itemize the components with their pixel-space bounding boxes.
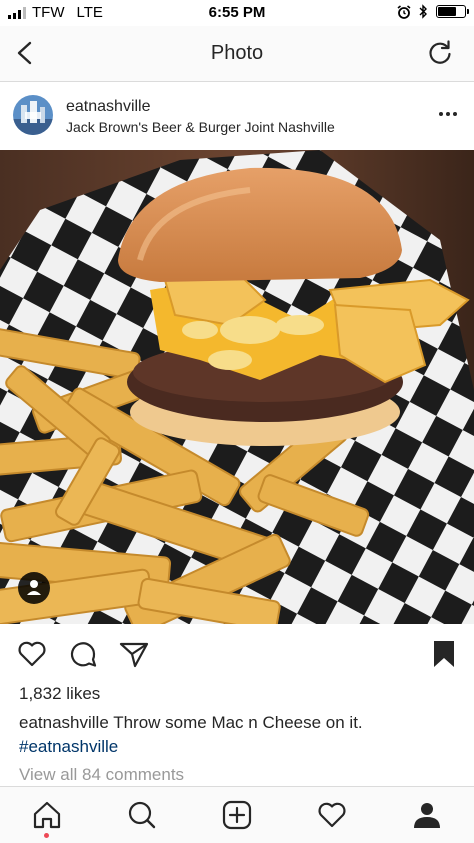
- status-right: [397, 4, 469, 19]
- bluetooth-icon: [419, 4, 427, 19]
- plus-square-icon[interactable]: [221, 799, 253, 831]
- like-heart-icon[interactable]: [16, 638, 48, 670]
- caption: eatnashville Throw some Mac n Cheese on …: [19, 713, 363, 733]
- caption-text: Throw some Mac n Cheese on it.: [108, 713, 363, 732]
- post-username[interactable]: eatnashville: [66, 98, 151, 116]
- search-icon[interactable]: [126, 799, 158, 831]
- heart-icon[interactable]: [316, 799, 348, 831]
- tagged-user-button[interactable]: [18, 572, 50, 604]
- action-row: [0, 634, 474, 674]
- alarm-icon: [397, 4, 411, 19]
- hashtag-link[interactable]: #eatnashville: [19, 737, 118, 757]
- bookmark-icon[interactable]: [428, 638, 460, 670]
- home-icon[interactable]: [31, 799, 63, 831]
- page-title: Photo: [210, 42, 264, 64]
- person-icon[interactable]: [411, 799, 443, 831]
- post-photo[interactable]: [0, 150, 474, 624]
- more-options-icon[interactable]: [436, 102, 460, 126]
- battery-icon: [436, 5, 469, 18]
- share-icon[interactable]: [118, 638, 150, 670]
- caption-username[interactable]: eatnashville: [19, 713, 109, 732]
- person-icon: [27, 580, 41, 595]
- post-location[interactable]: Jack Brown's Beer & Burger Joint Nashvil…: [66, 119, 335, 135]
- view-comments-link[interactable]: View all 84 comments: [19, 765, 184, 785]
- refresh-icon[interactable]: [426, 39, 454, 67]
- notification-dot: [44, 833, 49, 838]
- comment-icon[interactable]: [67, 638, 99, 670]
- tab-bar: [0, 786, 474, 843]
- likes-count[interactable]: 1,832 likes: [19, 684, 100, 704]
- nav-bar: Photo: [0, 26, 474, 82]
- post-header: eatnashville Jack Brown's Beer & Burger …: [0, 82, 474, 150]
- avatar[interactable]: [13, 95, 53, 135]
- status-bar: TFW LTE 6:55 PM: [0, 0, 474, 26]
